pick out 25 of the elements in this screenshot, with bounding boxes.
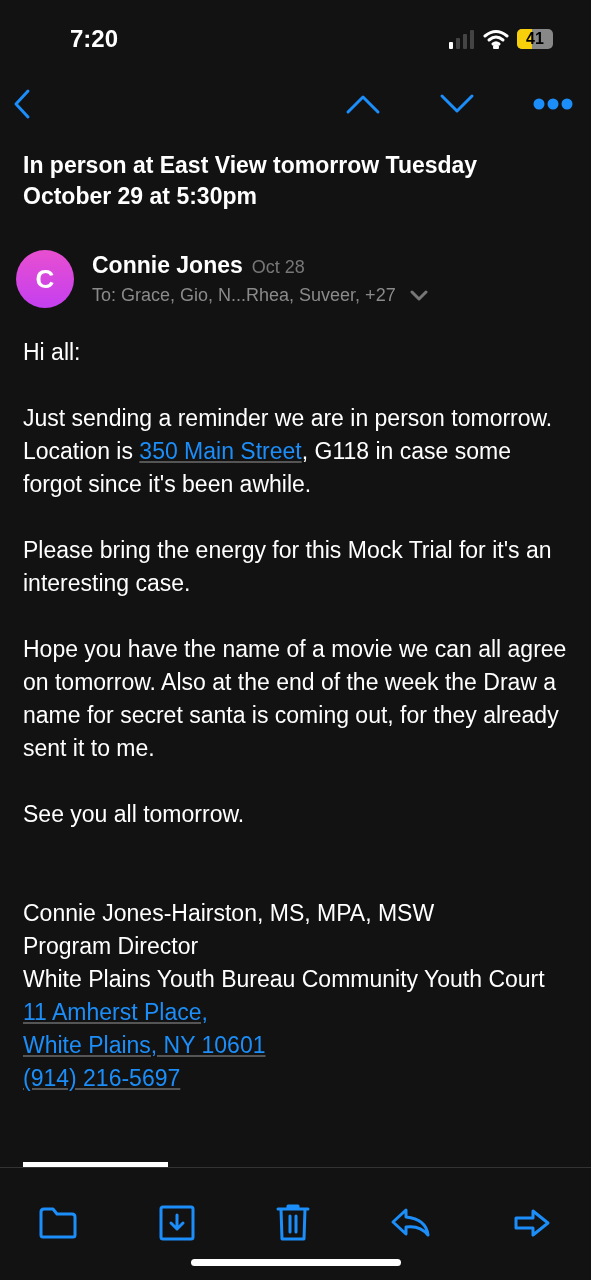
body-paragraph: Hope you have the name of a movie we can all agree on tomorrow. Also at the end of the week the Draw a name for secret santa is coming out, for they already sent it to me. [23,635,568,763]
body-paragraph: See you all tomorrow. [23,800,246,829]
signature-line: Connie Jones-Hairston, MS, MPA, MSW [23,899,435,928]
email-date: Oct 28 [251,257,305,278]
down-chevron-icon[interactable] [439,93,475,115]
signature-link[interactable]: (914) 216-5697 [23,1062,181,1095]
address-link[interactable]: 350 Main Street [139,438,302,464]
status-time: 7:20 [70,25,120,53]
signature-line: Program Director [23,932,199,961]
body-paragraph: Just sending a reminder we are in person tomorrow. Location is 350 Main Street, G118 in case some forgot since it's been awhile. [23,404,554,499]
body-paragraph: Hi all: [23,338,82,367]
wifi-icon [483,29,509,49]
more-icon[interactable] [533,98,573,110]
sender-name: Connie Jones [92,252,243,279]
sender-avatar: C [16,250,74,308]
signature-line: White Plains Youth Bureau Community Youth Court [23,965,545,994]
signature-link[interactable]: 11 Amherst Place, [23,996,208,1029]
recipients: To: Grace, Gio, N...Rhea, Suveer, +27 [92,285,396,306]
signature-link[interactable]: White Plains, NY 10601 [23,1029,266,1062]
up-chevron-icon[interactable] [345,93,381,115]
back-icon[interactable] [12,88,32,120]
chevron-down-icon[interactable] [409,290,428,301]
signal-icon [449,29,475,49]
body-paragraph: Please bring the energy for this Mock Trial for it's an interesting case. [23,536,553,598]
email-subject: In person at East View tomorrow Tuesday October 29 at 5:30pm [22,151,479,211]
